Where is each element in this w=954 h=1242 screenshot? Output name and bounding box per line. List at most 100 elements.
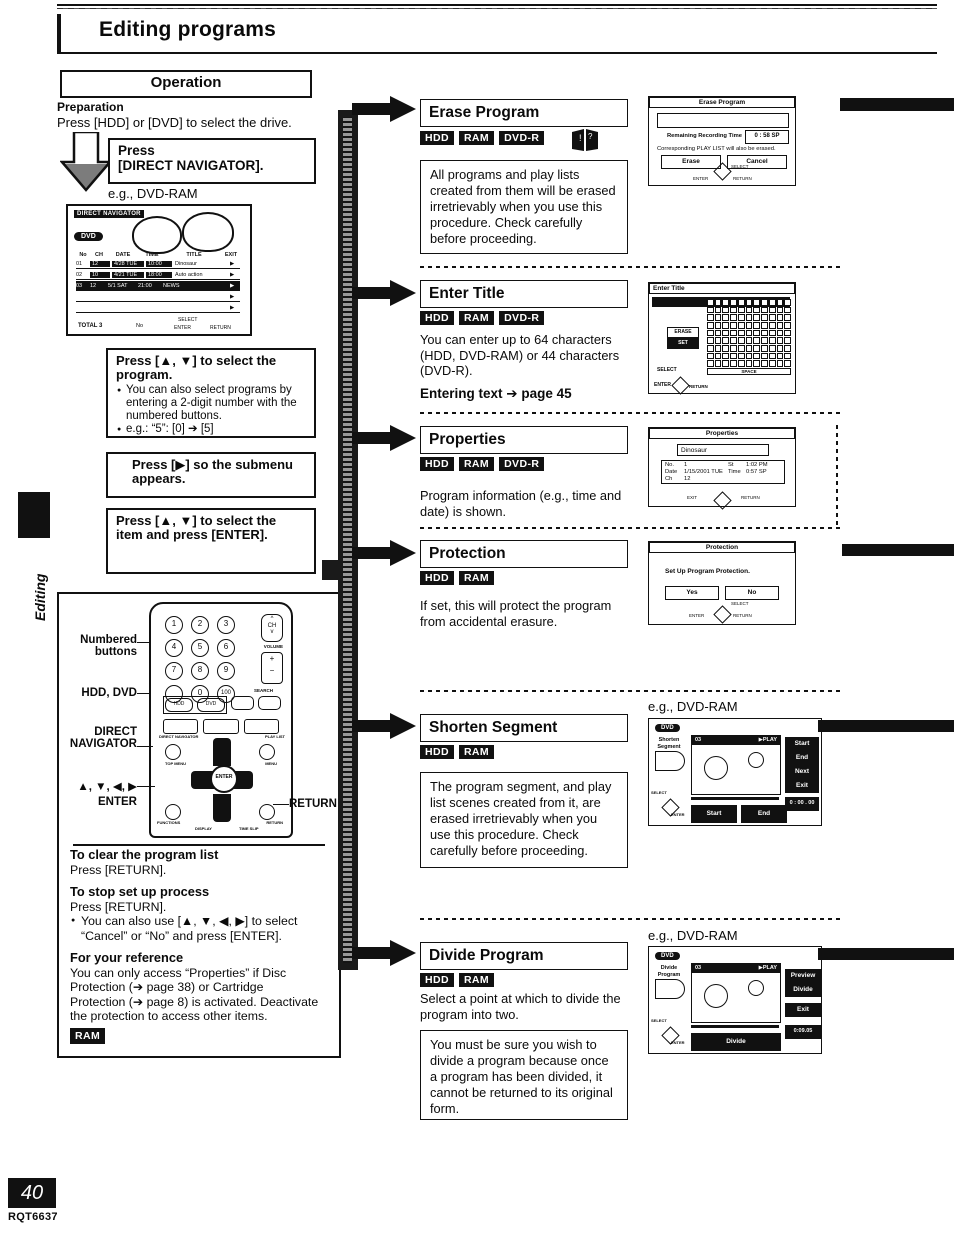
arrow-down-key[interactable]: [213, 794, 231, 822]
kbd-cell[interactable]: [768, 306, 776, 314]
kbd-cell[interactable]: [730, 306, 737, 314]
kbd-cell[interactable]: [745, 360, 753, 367]
kbd-cell[interactable]: [761, 314, 768, 321]
kbd-cell[interactable]: [753, 299, 761, 306]
mockup-shorten-start-button[interactable]: Start: [785, 737, 819, 751]
volume-rocker[interactable]: + −: [261, 652, 283, 684]
kbd-cell[interactable]: [730, 337, 737, 344]
kbd-cell[interactable]: [737, 299, 745, 306]
play-key[interactable]: [243, 719, 279, 734]
kbd-cell[interactable]: [768, 329, 776, 337]
kbd-cell[interactable]: [745, 329, 753, 337]
kbd-cell[interactable]: [776, 352, 784, 360]
kbd-cell[interactable]: [776, 306, 784, 314]
mockup-shorten-bottom-start[interactable]: Start: [691, 805, 737, 823]
remote-key-1[interactable]: 1: [165, 616, 183, 634]
table-row-empty[interactable]: ▶: [76, 303, 240, 313]
remote-key-4[interactable]: 4: [165, 639, 183, 657]
link-entering-text[interactable]: Entering text ➔ page 45: [420, 386, 632, 402]
mockup-divide-button[interactable]: Divide: [785, 983, 821, 997]
kbd-cell[interactable]: [707, 352, 714, 360]
kbd-cell[interactable]: [730, 299, 737, 306]
kbd-cell[interactable]: [722, 329, 730, 337]
kbd-cell[interactable]: [745, 306, 753, 314]
kbd-cell[interactable]: [745, 321, 753, 329]
search-keys[interactable]: [231, 696, 281, 710]
kbd-cell[interactable]: [784, 329, 791, 337]
kbd-cell[interactable]: [784, 344, 791, 352]
row-arrow-icon[interactable]: ▶: [230, 294, 240, 300]
remote-key-7[interactable]: 7: [165, 662, 183, 680]
kbd-cell[interactable]: [753, 344, 761, 352]
kbd-cell[interactable]: [753, 306, 761, 314]
remote-hdd-key[interactable]: HDD: [165, 698, 193, 712]
kbd-cell[interactable]: [714, 321, 722, 329]
remote-key-9[interactable]: 9: [217, 662, 235, 680]
numbered-buttons-group[interactable]: 1 2 3 4 5 6 7 8 9 0 100: [165, 616, 243, 708]
kbd-cell[interactable]: [714, 360, 722, 367]
table-row[interactable]: 02 10 4/21 TUE 18:00 Auto action ▶: [76, 270, 240, 280]
kbd-cell[interactable]: [707, 337, 714, 344]
kbd-cell[interactable]: [714, 299, 722, 306]
row-arrow-icon[interactable]: ▶: [230, 305, 240, 311]
kbd-cell[interactable]: [714, 352, 722, 360]
kbd-cell[interactable]: [707, 329, 714, 337]
kbd-cell[interactable]: [745, 344, 753, 352]
kbd-cell[interactable]: [761, 352, 768, 360]
remote-key-6[interactable]: 6: [217, 639, 235, 657]
mockup-shorten-end-button[interactable]: End: [785, 751, 819, 765]
kbd-cell[interactable]: [776, 360, 784, 367]
kbd-cell[interactable]: [768, 360, 776, 367]
kbd-cell[interactable]: [707, 299, 714, 306]
kbd-cell[interactable]: [776, 337, 784, 344]
mockup-divide-exit-button[interactable]: Exit: [785, 1003, 821, 1017]
kbd-cell[interactable]: [768, 337, 776, 344]
table-row-selected[interactable]: 03 12 5/1 SAT 21:00 NEWS ▶: [76, 281, 240, 291]
kbd-cell[interactable]: [714, 344, 722, 352]
kbd-cell[interactable]: [707, 314, 714, 321]
arrow-up-key[interactable]: [213, 738, 231, 766]
kbd-cell[interactable]: [753, 337, 761, 344]
kbd-cell[interactable]: [714, 329, 722, 337]
kbd-cell[interactable]: [761, 337, 768, 344]
search-forward-key[interactable]: [258, 696, 281, 710]
remote-key-8[interactable]: 8: [191, 662, 209, 680]
table-row[interactable]: 01 12 4/28 TUE 10:00 Dinosaur ▶: [76, 259, 240, 269]
kbd-cell[interactable]: [753, 352, 761, 360]
mockup-erase-key[interactable]: ERASE: [667, 327, 699, 338]
mockup-shorten-progress-bar[interactable]: [691, 797, 779, 800]
kbd-cell[interactable]: [784, 306, 791, 314]
kbd-cell[interactable]: [730, 352, 737, 360]
kbd-cell[interactable]: [768, 314, 776, 321]
kbd-cell[interactable]: [714, 314, 722, 321]
mockup-preview-button[interactable]: Preview: [785, 969, 821, 983]
mockup-space-key[interactable]: SPACE: [707, 367, 791, 375]
kbd-cell[interactable]: [776, 321, 784, 329]
remote-key-5[interactable]: 5: [191, 639, 209, 657]
mockup-shorten-bottom-end[interactable]: End: [741, 805, 787, 823]
kbd-cell[interactable]: [707, 321, 714, 329]
kbd-cell[interactable]: [761, 344, 768, 352]
kbd-cell[interactable]: [722, 321, 730, 329]
mockup-yes-button[interactable]: Yes: [665, 586, 719, 600]
kbd-cell[interactable]: [737, 352, 745, 360]
mockup-divide-progress-bar[interactable]: [691, 1025, 779, 1028]
kbd-cell[interactable]: [745, 352, 753, 360]
row-arrow-icon[interactable]: ▶: [230, 272, 240, 278]
mockup-set-key[interactable]: SET: [667, 338, 699, 349]
mockup-divide-bottom-button[interactable]: Divide: [691, 1033, 781, 1051]
kbd-cell[interactable]: [722, 306, 730, 314]
kbd-cell[interactable]: [761, 329, 768, 337]
kbd-cell[interactable]: [730, 329, 737, 337]
kbd-cell[interactable]: [737, 321, 745, 329]
mockup-no-button[interactable]: No: [725, 586, 779, 600]
remote-key-2[interactable]: 2: [191, 616, 209, 634]
kbd-cell[interactable]: [784, 299, 791, 306]
kbd-cell[interactable]: [776, 314, 784, 321]
kbd-cell[interactable]: [722, 360, 730, 367]
functions-key[interactable]: [165, 804, 181, 820]
kbd-cell[interactable]: [737, 314, 745, 321]
kbd-cell[interactable]: [730, 344, 737, 352]
kbd-cell[interactable]: [753, 329, 761, 337]
kbd-cell[interactable]: [753, 314, 761, 321]
